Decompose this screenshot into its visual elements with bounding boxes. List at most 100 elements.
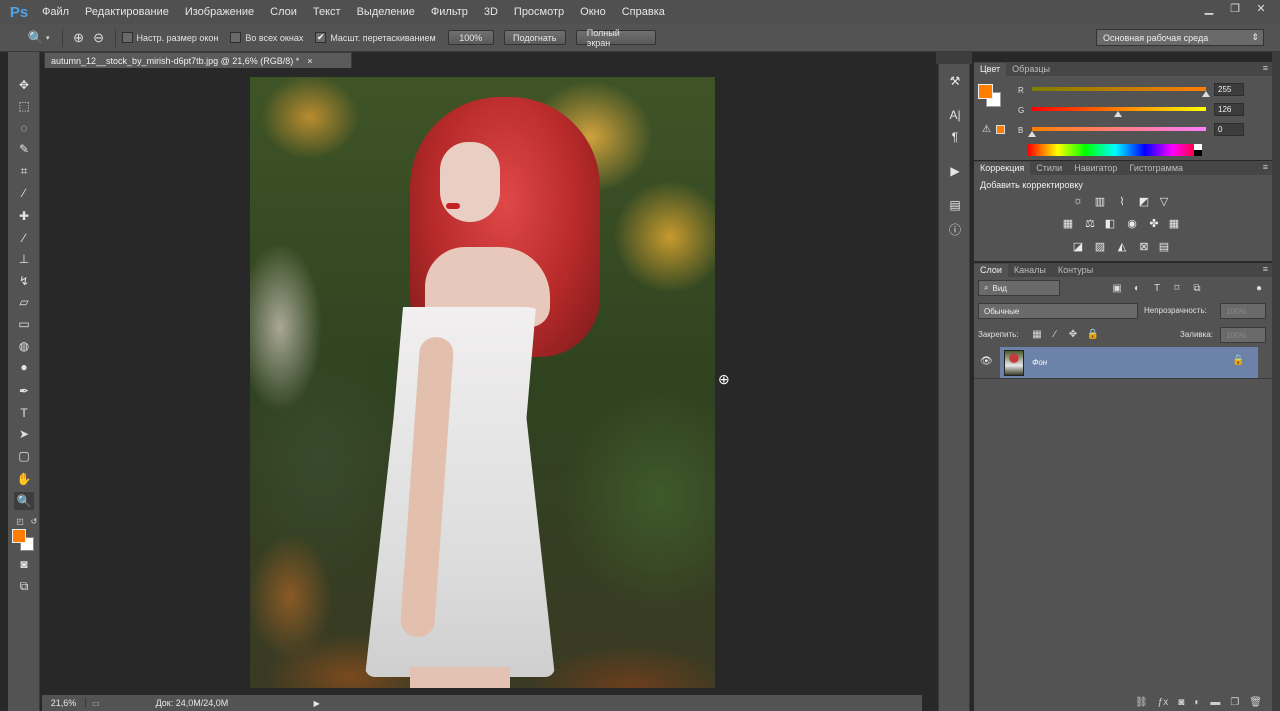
lock-transparent-icon[interactable]: ▦ xyxy=(1030,327,1044,341)
actual-pixels-button[interactable]: 100% xyxy=(447,30,494,45)
foreground-color-swatch[interactable] xyxy=(978,84,993,99)
zoom-tool-icon[interactable]: 🔍 xyxy=(14,492,34,510)
delete-layer-icon[interactable]: 🗑 xyxy=(1249,697,1262,708)
lock-position-icon[interactable]: ✥ xyxy=(1066,327,1080,341)
new-adjustment-layer-icon[interactable]: ◐ xyxy=(1194,697,1200,708)
zoom-in-icon[interactable]: ⊕ xyxy=(69,28,89,48)
fill-input[interactable]: 100% xyxy=(1220,327,1266,343)
color-balance-icon[interactable]: ⚖ xyxy=(1082,216,1098,230)
history-brush-tool-icon[interactable]: ↯ xyxy=(14,272,34,290)
layer-filter-kind-select[interactable]: ⌕ Вид xyxy=(978,280,1060,296)
tab-adjustments[interactable]: Коррекция xyxy=(974,162,1031,175)
panel-menu-icon[interactable]: ≡ xyxy=(1263,162,1268,172)
paragraph-panel-icon[interactable]: ¶ xyxy=(945,128,965,146)
resize-windows-checkbox[interactable] xyxy=(121,32,133,43)
panel-menu-icon[interactable]: ≡ xyxy=(1263,63,1268,73)
healing-brush-tool-icon[interactable]: ✚ xyxy=(14,207,34,225)
filter-adjustment-icon[interactable]: ◐ xyxy=(1130,281,1144,295)
gradient-tool-icon[interactable]: ▭ xyxy=(14,315,34,333)
filter-shape-icon[interactable]: ⌑ xyxy=(1170,281,1184,295)
pen-tool-icon[interactable]: ✒ xyxy=(14,382,34,400)
all-windows-option[interactable]: Во всех окнах xyxy=(230,32,303,43)
blur-tool-icon[interactable]: ◍ xyxy=(14,337,34,355)
layer-style-icon[interactable]: ƒx xyxy=(1158,697,1169,708)
close-document-icon[interactable]: × xyxy=(307,56,312,66)
move-tool-icon[interactable]: ✥ xyxy=(14,76,34,94)
link-layers-icon[interactable]: ⛓ xyxy=(1135,697,1148,708)
curves-icon[interactable]: ⌇ xyxy=(1114,194,1130,208)
resize-windows-option[interactable]: Настр. размер окон xyxy=(121,32,218,43)
add-mask-icon[interactable]: ◙ xyxy=(1178,697,1184,708)
menu-select[interactable]: Выделение xyxy=(349,0,423,24)
red-thumb[interactable] xyxy=(1202,91,1210,97)
zoom-icon[interactable]: 🔍 xyxy=(26,28,46,48)
menu-type[interactable]: Текст xyxy=(305,0,349,24)
workspace-select[interactable]: Основная рабочая среда ⇕ xyxy=(1096,29,1264,46)
layer-row[interactable]: 👁 Фон 🔒 xyxy=(974,347,1272,379)
lock-all-icon[interactable]: 🔒 xyxy=(1086,327,1100,341)
channel-mixer-icon[interactable]: ✤ xyxy=(1146,216,1162,230)
menu-file[interactable]: Файл xyxy=(34,0,77,24)
out-of-gamut-warning-icon[interactable]: ⚠ xyxy=(982,124,991,135)
filter-type-icon[interactable]: T xyxy=(1150,281,1164,295)
new-layer-icon[interactable]: ❐ xyxy=(1230,697,1239,708)
dodge-tool-icon[interactable]: ● xyxy=(14,358,34,376)
opacity-input[interactable]: 100% xyxy=(1220,303,1266,319)
levels-icon[interactable]: ▥ xyxy=(1092,194,1108,208)
quick-select-tool-icon[interactable]: ✎ xyxy=(14,140,34,158)
tool-preset-dropdown-icon[interactable]: ▾ xyxy=(46,34,50,42)
zoom-level[interactable]: 21,6% xyxy=(42,698,86,708)
gradient-map-icon[interactable]: ▤ xyxy=(1156,239,1172,253)
tab-styles[interactable]: Стили xyxy=(1030,162,1068,175)
tab-color[interactable]: Цвет xyxy=(974,63,1007,76)
layer-name[interactable]: Фон xyxy=(1032,358,1047,367)
invert-icon[interactable]: ◪ xyxy=(1070,239,1086,253)
document-image[interactable] xyxy=(250,77,715,688)
green-thumb[interactable] xyxy=(1114,111,1122,117)
red-slider[interactable]: R 255 xyxy=(1018,83,1268,102)
green-slider[interactable]: G 126 xyxy=(1018,103,1268,122)
type-tool-icon[interactable]: T xyxy=(14,404,34,422)
black-white-ramp[interactable] xyxy=(1194,144,1202,156)
actions-play-icon[interactable]: ▶ xyxy=(945,162,965,180)
blend-mode-select[interactable]: Обычные xyxy=(978,303,1138,319)
blue-track[interactable] xyxy=(1032,127,1206,131)
tab-swatches[interactable]: Образцы xyxy=(1006,63,1056,76)
marquee-tool-icon[interactable]: ⬚ xyxy=(14,97,34,115)
menu-help[interactable]: Справка xyxy=(614,0,673,24)
menu-edit[interactable]: Редактирование xyxy=(77,0,177,24)
menu-image[interactable]: Изображение xyxy=(177,0,262,24)
tab-layers[interactable]: Слои xyxy=(974,264,1008,277)
filter-pixel-icon[interactable]: ▣ xyxy=(1110,281,1124,295)
crop-tool-icon[interactable]: ⌗ xyxy=(14,162,34,180)
color-spectrum-ramp[interactable] xyxy=(1028,144,1202,156)
swap-colors-icon[interactable]: ↺ xyxy=(24,512,44,530)
brightness-contrast-icon[interactable]: ☼ xyxy=(1070,194,1086,208)
layer-comps-icon[interactable]: ▤ xyxy=(945,196,965,214)
hand-tool-icon[interactable]: ✋ xyxy=(14,470,34,488)
color-lookup-icon[interactable]: ▦ xyxy=(1166,216,1182,230)
all-windows-checkbox[interactable] xyxy=(230,32,242,43)
new-group-icon[interactable]: ▬ xyxy=(1210,697,1220,708)
threshold-icon[interactable]: ◭ xyxy=(1114,239,1130,253)
selective-color-icon[interactable]: ⊠ xyxy=(1136,239,1152,253)
tab-histogram[interactable]: Гистограмма xyxy=(1123,162,1189,175)
shape-tool-icon[interactable]: ▢ xyxy=(14,447,34,465)
eyedropper-tool-icon[interactable]: ⁄ xyxy=(14,184,34,202)
tab-paths[interactable]: Контуры xyxy=(1052,264,1099,277)
exposure-icon[interactable]: ◩ xyxy=(1136,194,1152,208)
photo-filter-icon[interactable]: ◉ xyxy=(1124,216,1140,230)
filter-toggle-icon[interactable]: ● xyxy=(1252,281,1266,295)
lock-image-icon[interactable]: ∕ xyxy=(1048,327,1062,341)
black-white-icon[interactable]: ◧ xyxy=(1102,216,1118,230)
info-icon[interactable]: ⓘ xyxy=(945,220,965,238)
tool-presets-icon[interactable]: ⚒ xyxy=(945,72,965,90)
panel-menu-icon[interactable]: ≡ xyxy=(1263,264,1268,274)
eraser-tool-icon[interactable]: ▱ xyxy=(14,293,34,311)
zoom-out-icon[interactable]: ⊖ xyxy=(89,28,109,48)
document-tab[interactable]: autumn_12__stock_by_mirish-d6pt7tb.jpg @… xyxy=(44,52,352,68)
posterize-icon[interactable]: ▨ xyxy=(1092,239,1108,253)
menu-3d[interactable]: 3D xyxy=(476,0,506,24)
red-track[interactable] xyxy=(1032,87,1206,91)
vibrance-icon[interactable]: ▽ xyxy=(1156,194,1172,208)
